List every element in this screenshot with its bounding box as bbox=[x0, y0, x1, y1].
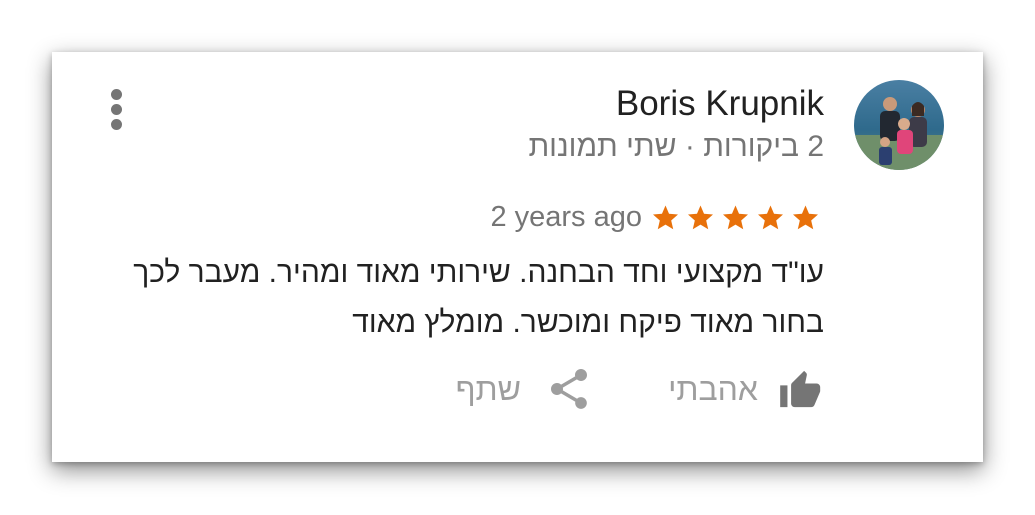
author-name[interactable]: Boris Krupnik bbox=[616, 84, 824, 124]
share-label: שתף bbox=[455, 370, 521, 407]
star-icon bbox=[793, 205, 818, 230]
like-button[interactable]: אהבתי bbox=[668, 364, 824, 414]
more-options-icon[interactable] bbox=[104, 86, 128, 136]
review-card: Boris Krupnik 2 ביקורות · שתי תמונות 2 y… bbox=[52, 52, 983, 462]
star-rating bbox=[650, 203, 821, 233]
star-icon bbox=[758, 205, 783, 230]
review-time: 2 years ago bbox=[490, 201, 642, 233]
like-label: אהבתי bbox=[668, 370, 758, 407]
menu-dot bbox=[111, 119, 122, 130]
review-text: עו"ד מקצועי וחד הבחנה. שירותי מאוד ומהיר… bbox=[133, 256, 824, 339]
avatar[interactable] bbox=[854, 80, 944, 170]
menu-dot bbox=[111, 104, 122, 115]
star-icon bbox=[688, 205, 713, 230]
star-icon bbox=[723, 205, 748, 230]
author-meta: 2 ביקורות · שתי תמונות bbox=[528, 130, 824, 163]
share-button[interactable]: שתף bbox=[456, 364, 587, 414]
thumb-up-icon bbox=[780, 370, 821, 408]
menu-dot bbox=[111, 89, 122, 100]
avatar-photo bbox=[854, 80, 944, 170]
share-icon bbox=[551, 369, 587, 409]
star-icon bbox=[653, 205, 678, 230]
